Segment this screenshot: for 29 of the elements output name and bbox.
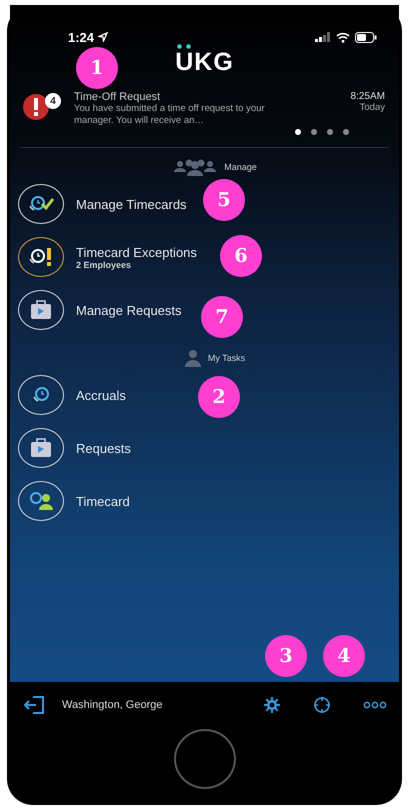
wifi-icon	[336, 32, 350, 42]
location-arrow-icon	[98, 32, 108, 42]
status-time: 1:24	[68, 30, 94, 44]
group-icon	[172, 158, 218, 176]
home-button[interactable]	[174, 728, 236, 788]
alert-icon	[22, 93, 50, 121]
notification-message: You have submitted a time off request to your manager. You will receive an…	[74, 103, 266, 127]
battery-icon	[355, 32, 377, 42]
settings-icon[interactable]	[261, 694, 283, 716]
section-title: Manage	[224, 162, 257, 172]
user-name: Washington, George	[62, 699, 164, 711]
logo-dots-icon	[177, 44, 192, 49]
page-dot[interactable]	[295, 129, 301, 135]
page-dot[interactable]	[343, 129, 349, 135]
signal-icon	[315, 32, 331, 42]
section-title: My Tasks	[208, 353, 246, 363]
page-dot[interactable]	[311, 129, 317, 135]
notification-title: Time-Off Request	[74, 91, 162, 103]
crosshair-icon[interactable]	[311, 694, 333, 716]
more-icon[interactable]	[361, 699, 389, 711]
notification-day: Today	[360, 102, 385, 113]
logo: UKG	[175, 50, 234, 74]
notification-time: 8:25AM	[350, 91, 385, 102]
page-dot[interactable]	[327, 129, 333, 135]
menu-item[interactable]: Requests	[10, 424, 290, 472]
menu-item[interactable]: Timecard	[10, 477, 290, 525]
clock-icon	[32, 387, 50, 403]
notification-count: 4	[45, 93, 61, 109]
person-icon	[184, 349, 202, 367]
